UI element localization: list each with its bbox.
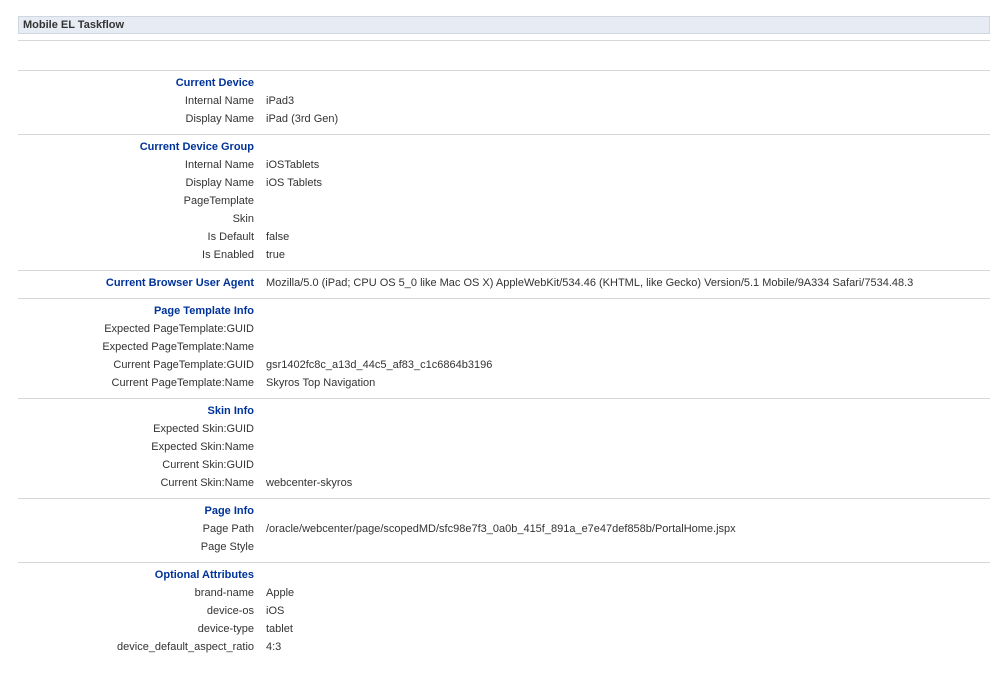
row-aspect-ratio: device_default_aspect_ratio 4:3 bbox=[18, 638, 990, 656]
label-brand-name: brand-name bbox=[18, 584, 260, 602]
panel-title: Mobile EL Taskflow bbox=[18, 16, 990, 34]
label-group-is-enabled: Is Enabled bbox=[18, 246, 260, 264]
value-display-name: iPad (3rd Gen) bbox=[260, 110, 990, 128]
row-group-page-template: PageTemplate bbox=[18, 192, 990, 210]
label-internal-name: Internal Name bbox=[18, 92, 260, 110]
row-current-pt-name: Current PageTemplate:Name Skyros Top Nav… bbox=[18, 374, 990, 392]
value-device-type: tablet bbox=[260, 620, 990, 638]
value-brand-name: Apple bbox=[260, 584, 990, 602]
label-group-is-default: Is Default bbox=[18, 228, 260, 246]
header-optional-attributes: Optional Attributes bbox=[18, 566, 260, 584]
value-group-internal-name: iOSTablets bbox=[260, 156, 990, 174]
row-internal-name: Internal Name iPad3 bbox=[18, 92, 990, 110]
value-aspect-ratio: 4:3 bbox=[260, 638, 990, 656]
label-page-style: Page Style bbox=[18, 538, 260, 556]
row-group-is-default: Is Default false bbox=[18, 228, 990, 246]
value-user-agent: Mozilla/5.0 (iPad; CPU OS 5_0 like Mac O… bbox=[260, 274, 990, 292]
label-expected-pt-guid: Expected PageTemplate:GUID bbox=[18, 320, 260, 338]
label-group-skin: Skin bbox=[18, 210, 260, 228]
header-page-info: Page Info bbox=[18, 502, 260, 520]
header-page-template-info: Page Template Info bbox=[18, 302, 260, 320]
row-current-skin-guid: Current Skin:GUID bbox=[18, 456, 990, 474]
header-user-agent: Current Browser User Agent bbox=[18, 274, 260, 292]
section-optional-attributes: Optional Attributes brand-name Apple dev… bbox=[18, 562, 990, 662]
row-current-skin-name: Current Skin:Name webcenter-skyros bbox=[18, 474, 990, 492]
value-page-path: /oracle/webcenter/page/scopedMD/sfc98e7f… bbox=[260, 520, 990, 538]
label-group-display-name: Display Name bbox=[18, 174, 260, 192]
value-internal-name: iPad3 bbox=[260, 92, 990, 110]
row-current-pt-guid: Current PageTemplate:GUID gsr1402fc8c_a1… bbox=[18, 356, 990, 374]
row-group-is-enabled: Is Enabled true bbox=[18, 246, 990, 264]
label-page-path: Page Path bbox=[18, 520, 260, 538]
value-current-pt-guid: gsr1402fc8c_a13d_44c5_af83_c1c6864b3196 bbox=[260, 356, 990, 374]
section-user-agent: Current Browser User Agent Mozilla/5.0 (… bbox=[18, 270, 990, 298]
label-current-skin-guid: Current Skin:GUID bbox=[18, 456, 260, 474]
header-current-device: Current Device bbox=[18, 74, 260, 92]
header-current-device-group: Current Device Group bbox=[18, 138, 260, 156]
value-group-is-default: false bbox=[260, 228, 990, 246]
row-page-style: Page Style bbox=[18, 538, 990, 556]
label-expected-pt-name: Expected PageTemplate:Name bbox=[18, 338, 260, 356]
section-current-device: Current Device Internal Name iPad3 Displ… bbox=[18, 70, 990, 134]
label-expected-skin-guid: Expected Skin:GUID bbox=[18, 420, 260, 438]
section-current-device-group: Current Device Group Internal Name iOSTa… bbox=[18, 134, 990, 270]
label-device-type: device-type bbox=[18, 620, 260, 638]
row-device-type: device-type tablet bbox=[18, 620, 990, 638]
row-expected-pt-guid: Expected PageTemplate:GUID bbox=[18, 320, 990, 338]
label-aspect-ratio: device_default_aspect_ratio bbox=[18, 638, 260, 656]
label-current-skin-name: Current Skin:Name bbox=[18, 474, 260, 492]
value-device-os: iOS bbox=[260, 602, 990, 620]
label-current-pt-name: Current PageTemplate:Name bbox=[18, 374, 260, 392]
row-group-skin: Skin bbox=[18, 210, 990, 228]
row-brand-name: brand-name Apple bbox=[18, 584, 990, 602]
section-page-template-info: Page Template Info Expected PageTemplate… bbox=[18, 298, 990, 398]
label-group-internal-name: Internal Name bbox=[18, 156, 260, 174]
gap bbox=[18, 40, 990, 70]
value-group-display-name: iOS Tablets bbox=[260, 174, 990, 192]
label-expected-skin-name: Expected Skin:Name bbox=[18, 438, 260, 456]
row-expected-pt-name: Expected PageTemplate:Name bbox=[18, 338, 990, 356]
value-current-skin-name: webcenter-skyros bbox=[260, 474, 990, 492]
row-page-path: Page Path /oracle/webcenter/page/scopedM… bbox=[18, 520, 990, 538]
row-display-name: Display Name iPad (3rd Gen) bbox=[18, 110, 990, 128]
row-expected-skin-guid: Expected Skin:GUID bbox=[18, 420, 990, 438]
label-display-name: Display Name bbox=[18, 110, 260, 128]
value-group-is-enabled: true bbox=[260, 246, 990, 264]
section-skin-info: Skin Info Expected Skin:GUID Expected Sk… bbox=[18, 398, 990, 498]
label-group-page-template: PageTemplate bbox=[18, 192, 260, 210]
label-current-pt-guid: Current PageTemplate:GUID bbox=[18, 356, 260, 374]
row-group-display-name: Display Name iOS Tablets bbox=[18, 174, 990, 192]
section-page-info: Page Info Page Path /oracle/webcenter/pa… bbox=[18, 498, 990, 562]
container: Mobile EL Taskflow Current Device Intern… bbox=[0, 16, 1008, 662]
value-current-pt-name: Skyros Top Navigation bbox=[260, 374, 990, 392]
label-device-os: device-os bbox=[18, 602, 260, 620]
row-expected-skin-name: Expected Skin:Name bbox=[18, 438, 990, 456]
header-skin-info: Skin Info bbox=[18, 402, 260, 420]
row-group-internal-name: Internal Name iOSTablets bbox=[18, 156, 990, 174]
row-device-os: device-os iOS bbox=[18, 602, 990, 620]
